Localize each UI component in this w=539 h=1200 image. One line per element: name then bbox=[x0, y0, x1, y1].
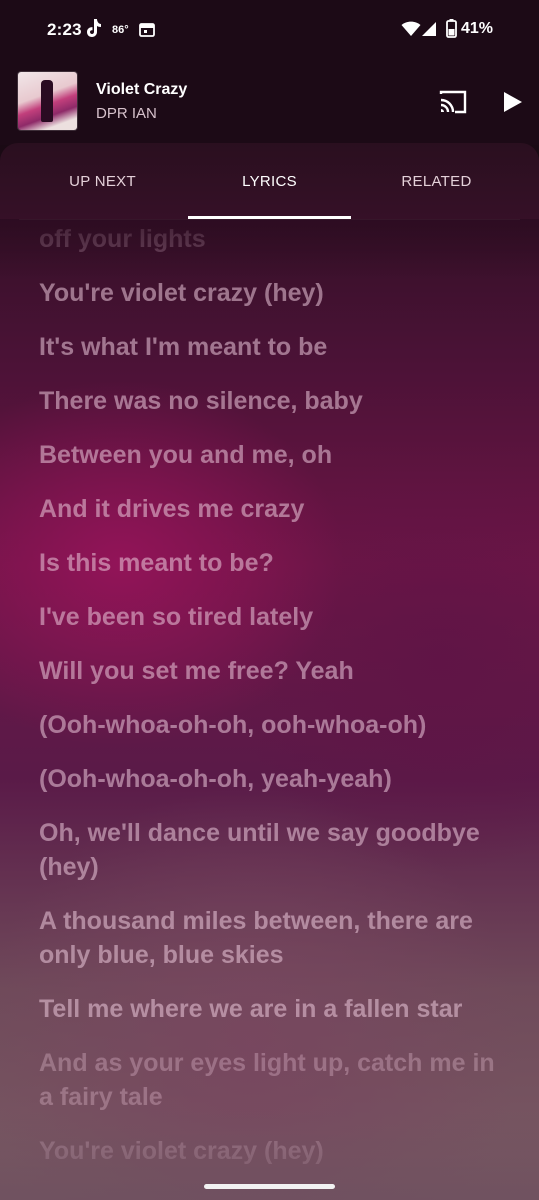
lyric-line: off your lights bbox=[39, 225, 206, 253]
song-title[interactable]: Violet Crazy bbox=[96, 81, 187, 99]
battery-icon bbox=[446, 19, 457, 43]
lyric-line: (Ooh-whoa-oh-oh, ooh-whoa-oh) bbox=[39, 711, 427, 739]
lyrics-sheet: UP NEXT LYRICS RELATED off your lights Y… bbox=[0, 143, 539, 1200]
lyrics-list[interactable]: off your lights You're violet crazy (hey… bbox=[39, 225, 509, 1188]
lyric-line: It's what I'm meant to be bbox=[39, 333, 328, 361]
lyric-line: And as your eyes light up, catch me in a… bbox=[39, 1049, 495, 1111]
lyric-line: And it drives me crazy bbox=[39, 495, 305, 523]
lyric-line: Between you and me, oh bbox=[39, 441, 333, 469]
status-temperature: 86° bbox=[112, 24, 129, 36]
tiktok-icon bbox=[86, 18, 102, 43]
lyric-line: Oh, we'll dance until we say goodbye (he… bbox=[39, 819, 480, 881]
status-time: 2:23 bbox=[47, 20, 82, 39]
lyric-line: I've been so tired lately bbox=[39, 603, 314, 631]
tab-indicator bbox=[188, 216, 351, 219]
status-bar: 2:23 86° 41% bbox=[0, 0, 539, 60]
mini-player[interactable]: Violet Crazy DPR IAN bbox=[0, 60, 539, 145]
lyric-line: A thousand miles between, there are only… bbox=[39, 907, 473, 969]
play-icon[interactable] bbox=[500, 90, 524, 114]
calendar-icon bbox=[139, 22, 155, 43]
lyric-line: You're violet crazy (hey) bbox=[39, 1137, 324, 1165]
battery-percentage: 41% bbox=[461, 20, 494, 37]
lyric-line: Will you set me free? Yeah bbox=[39, 657, 354, 685]
tab-related[interactable]: RELATED bbox=[353, 143, 520, 219]
lyric-line: (Ooh-whoa-oh-oh, yeah-yeah) bbox=[39, 765, 392, 793]
tab-lyrics[interactable]: LYRICS bbox=[186, 143, 353, 219]
song-artist[interactable]: DPR IAN bbox=[96, 105, 157, 122]
lyric-line: You're violet crazy (hey) bbox=[39, 279, 324, 307]
wifi-icon bbox=[401, 21, 421, 42]
tab-bar: UP NEXT LYRICS RELATED bbox=[19, 143, 520, 220]
signal-icon bbox=[421, 21, 437, 42]
lyric-line: Is this meant to be? bbox=[39, 549, 274, 577]
lyric-line: Tell me where we are in a fallen star bbox=[39, 995, 463, 1023]
album-art-figure bbox=[41, 80, 53, 122]
album-art[interactable] bbox=[18, 72, 77, 130]
tab-up-next[interactable]: UP NEXT bbox=[19, 143, 186, 219]
cast-icon[interactable] bbox=[438, 90, 468, 114]
lyric-line: There was no silence, baby bbox=[39, 387, 363, 415]
home-indicator[interactable] bbox=[204, 1184, 335, 1189]
